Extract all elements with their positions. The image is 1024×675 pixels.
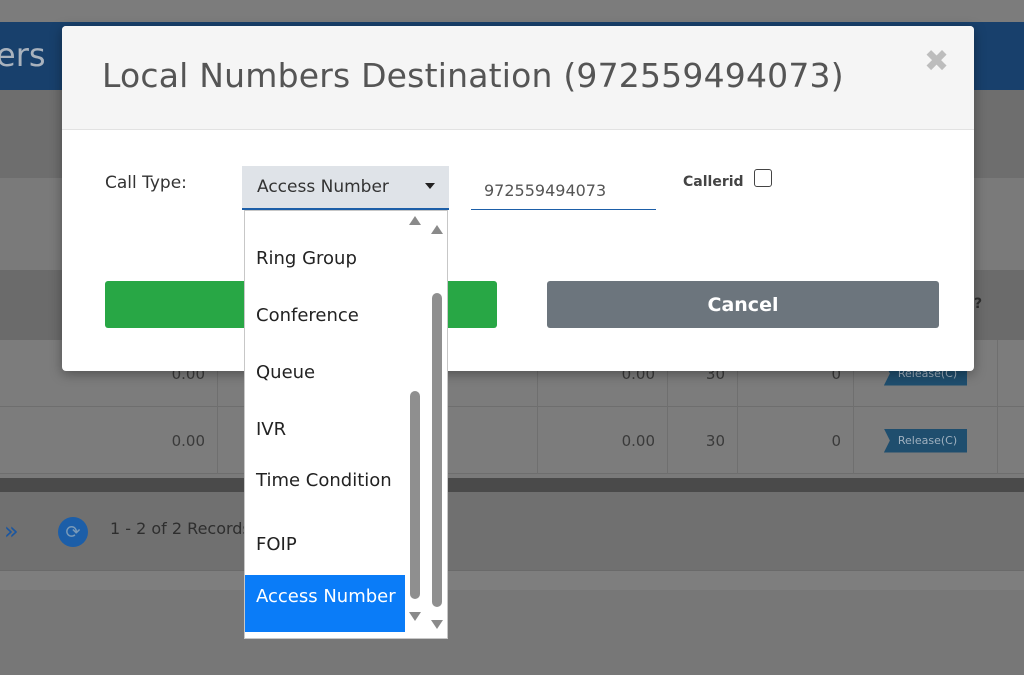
call-type-label: Call Type:	[105, 173, 187, 193]
option-access-number[interactable]: Access Number	[245, 575, 405, 632]
list-scrollbar-thumb[interactable]	[432, 293, 442, 607]
call-type-selected-value: Access Number	[257, 177, 389, 197]
page-title: ers	[0, 36, 46, 74]
scroll-down-arrow-icon[interactable]	[409, 612, 421, 621]
last-page-icon[interactable]: »	[4, 517, 19, 545]
destination-number-input[interactable]	[471, 172, 656, 210]
modal-title: Local Numbers Destination (972559494073)	[102, 56, 844, 95]
table-horizontal-scrollbar[interactable]	[0, 478, 1024, 492]
callerid-label: Callerid	[683, 174, 744, 190]
call-type-options-list: Ring Group Conference Queue IVR Time Con…	[244, 210, 448, 639]
records-count: 1 - 2 of 2 Records	[110, 519, 251, 538]
page-footer-strip	[0, 570, 1024, 590]
close-icon[interactable]: ✖	[924, 44, 949, 79]
table-cell: 0	[738, 407, 854, 474]
list-scrollbar-thumb[interactable]	[410, 391, 420, 599]
column-hint: ?	[974, 296, 983, 312]
scroll-up-arrow-icon[interactable]	[431, 225, 443, 234]
option-ivr[interactable]: IVR	[245, 420, 405, 439]
modal-header: Local Numbers Destination (972559494073)…	[62, 26, 974, 130]
option-time-condition[interactable]: Time Condition	[245, 471, 403, 490]
caret-down-icon	[425, 183, 435, 189]
option-foip[interactable]: FOIP	[245, 535, 405, 554]
scroll-up-arrow-icon[interactable]	[409, 216, 421, 225]
option-queue[interactable]: Queue	[245, 363, 405, 382]
release-button[interactable]: Release(C)	[883, 428, 968, 453]
table-cell: 0.00	[538, 407, 668, 474]
destination-modal: Local Numbers Destination (972559494073)…	[62, 26, 974, 371]
page-top-bar	[0, 0, 1024, 22]
option-conference[interactable]: Conference	[245, 306, 405, 325]
option-ring-group[interactable]: Ring Group	[245, 249, 405, 268]
cancel-button[interactable]: Cancel	[547, 281, 939, 328]
page-footer	[0, 590, 1024, 675]
table-cell: 30	[668, 407, 738, 474]
callerid-checkbox[interactable]	[754, 169, 772, 187]
table-row: 0.00 0.00 30 0 Release(C)	[0, 407, 1024, 474]
call-type-select[interactable]: Access Number	[242, 166, 449, 210]
table-cell: 0.00	[0, 407, 218, 474]
refresh-icon[interactable]: ⟳	[58, 517, 88, 547]
scroll-down-arrow-icon[interactable]	[431, 620, 443, 629]
table-cell: Release(C)	[854, 407, 998, 474]
refresh-glyph: ⟳	[65, 521, 81, 543]
